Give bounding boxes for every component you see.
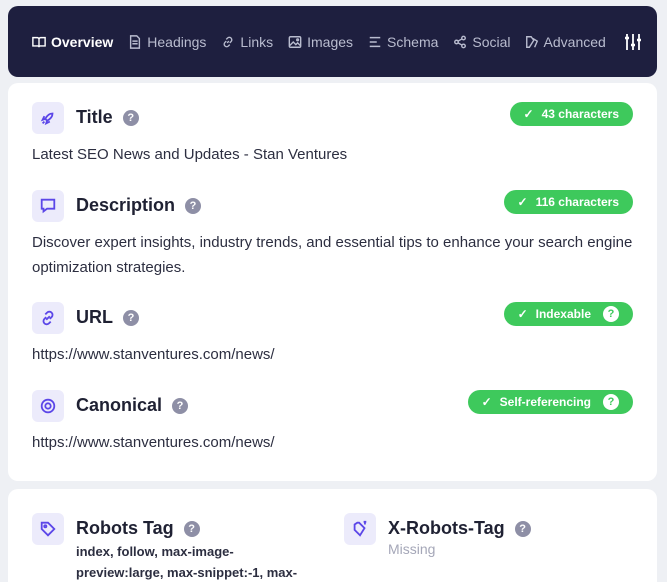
url-icon-box: [32, 302, 64, 334]
check-icon: ✓: [517, 307, 528, 321]
help-icon[interactable]: ?: [603, 306, 619, 322]
description-length-text: 116 characters: [535, 195, 619, 209]
tab-advanced-label: Advanced: [543, 33, 606, 50]
check-icon: ✓: [523, 107, 534, 121]
title-value: Latest SEO News and Updates - Stan Ventu…: [32, 146, 348, 163]
url-value: https://www.stanventures.com/news/: [32, 346, 275, 363]
help-icon[interactable]: ?: [183, 520, 200, 537]
title-section: Title ? ✓ 43 characters Latest SEO News …: [32, 102, 633, 172]
url-heading: URL ?: [76, 307, 139, 328]
robots-tag-value: index, follow, max-image-preview:large, …: [76, 544, 298, 580]
tab-images[interactable]: Images: [288, 34, 353, 50]
help-icon[interactable]: ?: [603, 394, 619, 410]
canonical-icon-box: [32, 390, 64, 422]
message-icon: [40, 198, 56, 214]
help-icon[interactable]: ?: [185, 197, 202, 214]
indexable-text: Indexable: [535, 307, 591, 321]
canonical-heading-text: Canonical: [76, 395, 163, 415]
document-icon: [130, 34, 141, 49]
rocket-icon: [40, 112, 54, 126]
sliders-icon: [625, 33, 641, 50]
tab-overview-label: Overview: [51, 33, 114, 50]
robots-tag-heading: Robots Tag ?: [76, 518, 200, 539]
description-value: Discover expert insights, industry trend…: [32, 234, 633, 276]
link-icon: [42, 310, 54, 326]
help-icon[interactable]: ?: [172, 397, 189, 414]
description-length-badge: ✓ 116 characters: [503, 190, 633, 214]
robots-tag-icon-box: [32, 513, 64, 545]
title-length-badge: ✓ 43 characters: [509, 102, 633, 126]
tab-links[interactable]: Links: [221, 34, 273, 50]
book-icon: [32, 36, 46, 47]
tab-schema[interactable]: Schema: [368, 34, 438, 50]
tag-icon: [40, 521, 56, 537]
image-icon: [288, 35, 302, 48]
help-icon[interactable]: ?: [123, 309, 139, 326]
title-heading: Title ?: [76, 107, 139, 128]
robots-tag-heading-text: Robots Tag: [76, 518, 174, 538]
link-icon: [224, 36, 233, 47]
tab-headings-label: Headings: [147, 33, 207, 50]
overview-card: Title ? ✓ 43 characters Latest SEO News …: [8, 83, 657, 481]
self-referencing-text: Self-referencing: [499, 395, 591, 409]
help-icon[interactable]: ?: [514, 520, 531, 537]
title-length-text: 43 characters: [541, 107, 619, 121]
description-icon-box: [32, 190, 64, 222]
tab-social-label: Social: [472, 33, 511, 50]
x-robots-tag-heading: X-Robots-Tag ?: [388, 518, 531, 539]
description-heading-text: Description: [76, 195, 176, 215]
canonical-value: https://www.stanventures.com/news/: [32, 434, 275, 451]
tab-overview[interactable]: Overview: [32, 34, 113, 50]
title-icon-box: [32, 102, 64, 134]
share-icon: [454, 35, 467, 48]
tab-schema-label: Schema: [387, 33, 439, 50]
canonical-section: Canonical ? ✓ Self-referencing ? https:/…: [32, 390, 633, 456]
tab-social[interactable]: Social: [453, 33, 511, 50]
indexable-badge: ✓ Indexable ?: [503, 302, 633, 326]
description-heading: Description ?: [76, 195, 202, 216]
x-robots-tag-heading-text: X-Robots-Tag: [388, 518, 505, 538]
list-icon: [369, 36, 381, 47]
title-heading-text: Title: [76, 107, 113, 127]
check-icon: ✓: [481, 395, 492, 409]
url-heading-text: URL: [76, 307, 113, 327]
tab-advanced[interactable]: Advanced: [525, 34, 606, 50]
url-section: URL ? ✓ Indexable ? https://www.stanvent…: [32, 302, 633, 368]
tab-images-label: Images: [307, 33, 354, 50]
tab-links-label: Links: [240, 33, 274, 50]
tag-icon: [353, 520, 367, 537]
self-referencing-badge: ✓ Self-referencing ?: [467, 390, 633, 414]
check-icon: ✓: [517, 195, 528, 209]
settings-button[interactable]: [622, 31, 644, 53]
target-icon: [40, 398, 56, 414]
canonical-heading: Canonical ?: [76, 395, 189, 416]
top-navigation: Overview Headings Links Images Schema So…: [8, 6, 657, 77]
robots-card: Robots Tag ? index, follow, max-image-pr…: [8, 489, 657, 582]
advanced-icon: [525, 35, 538, 48]
help-icon[interactable]: ?: [122, 109, 139, 126]
x-robots-tag-value: Missing: [388, 541, 436, 557]
tab-headings[interactable]: Headings: [128, 34, 206, 50]
description-section: Description ? ✓ 116 characters Discover …: [32, 190, 633, 286]
x-robots-tag-icon-box: [344, 513, 376, 545]
